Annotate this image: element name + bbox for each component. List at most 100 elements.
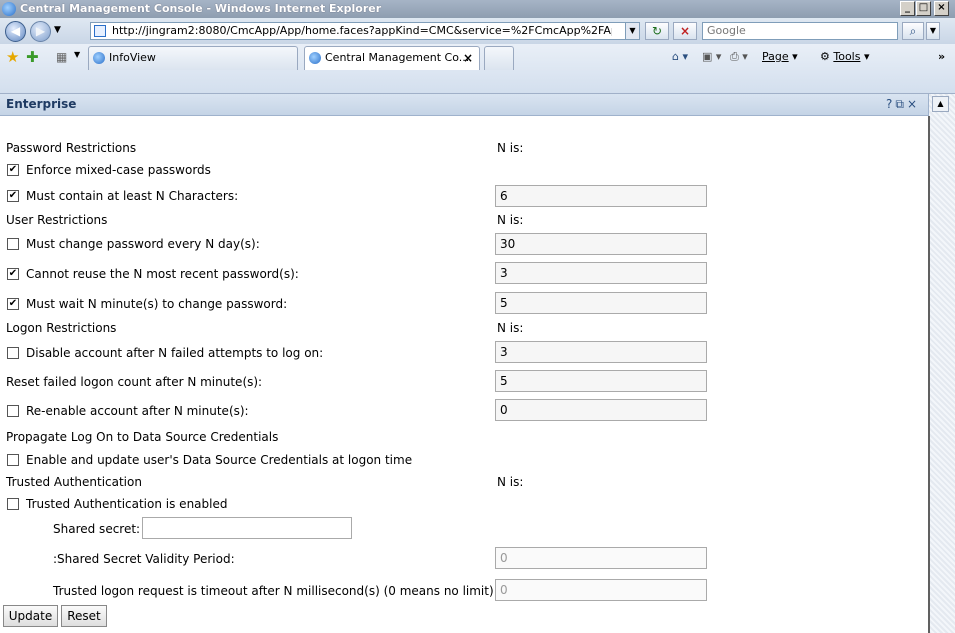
row-shared-secret: Shared secret: bbox=[0, 519, 928, 539]
section-heading: Trusted Authentication bbox=[6, 475, 142, 489]
refresh-button[interactable]: ↻ bbox=[645, 22, 669, 40]
vertical-scrollbar[interactable]: ▲ bbox=[928, 94, 955, 633]
quick-tabs-icon[interactable]: ▦ bbox=[56, 50, 67, 64]
mixed-case-checkbox[interactable]: ✔ bbox=[7, 164, 19, 176]
tab-label: Central Management Co... bbox=[325, 51, 470, 64]
scroll-up-icon[interactable]: ▲ bbox=[932, 96, 949, 112]
window-titlebar: Central Management Console - Windows Int… bbox=[0, 0, 955, 18]
feeds-icon[interactable]: ▣ ▾ bbox=[702, 50, 721, 63]
row-reset-count: Reset failed logon count after N minute(… bbox=[0, 372, 928, 392]
mixed-case-label: Enforce mixed-case passwords bbox=[26, 163, 211, 177]
min-chars-label: Must contain at least N Characters: bbox=[26, 189, 239, 203]
panel-controls: ?⧉× bbox=[886, 97, 920, 112]
disable-after-label: Disable account after N failed attempts … bbox=[26, 346, 324, 360]
tab-list-icon[interactable]: ▼ bbox=[74, 50, 80, 59]
divider bbox=[928, 116, 930, 633]
wait-minutes-input[interactable]: 5 bbox=[495, 292, 707, 314]
change-every-checkbox[interactable] bbox=[7, 238, 19, 250]
row-change-every: Must change password every N day(s): bbox=[0, 234, 928, 254]
row-reenable: Re-enable account after N minute(s): bbox=[0, 401, 928, 421]
tab-bar: ★ ✚ ▦ ▼ InfoView Central Management Co..… bbox=[0, 44, 955, 94]
history-dropdown-icon[interactable]: ▼ bbox=[54, 25, 61, 35]
panel-title: Enterprise bbox=[6, 97, 77, 111]
row-timeout: Trusted logon request is timeout after N… bbox=[0, 581, 928, 601]
new-tab-button[interactable] bbox=[484, 46, 514, 70]
shared-secret-input[interactable] bbox=[142, 517, 352, 539]
chevron-right-icon[interactable]: » bbox=[938, 50, 945, 63]
reset-button[interactable]: Reset bbox=[61, 605, 107, 627]
n-is-label: N is: bbox=[497, 141, 524, 155]
wait-minutes-checkbox[interactable]: ✔ bbox=[7, 298, 19, 310]
min-chars-checkbox[interactable]: ✔ bbox=[7, 190, 19, 202]
row-no-reuse: ✔ Cannot reuse the N most recent passwor… bbox=[0, 264, 928, 284]
section-heading: User Restrictions bbox=[6, 213, 108, 227]
help-icon[interactable]: ? bbox=[886, 97, 895, 111]
row-mixed-case: ✔ Enforce mixed-case passwords bbox=[0, 160, 928, 180]
timeout-label: Trusted logon request is timeout after N… bbox=[53, 584, 498, 598]
panel-close-icon[interactable]: × bbox=[907, 97, 920, 111]
reenable-checkbox[interactable] bbox=[7, 405, 19, 417]
validity-label: :Shared Secret Validity Period: bbox=[53, 552, 235, 566]
section-logon-restrictions: Logon Restrictions N is: bbox=[0, 318, 928, 338]
n-is-label: N is: bbox=[497, 213, 524, 227]
row-wait-minutes: ✔ Must wait N minute(s) to change passwo… bbox=[0, 294, 928, 314]
row-enable-update: Enable and update user's Data Source Cre… bbox=[0, 450, 928, 470]
url-dropdown-icon[interactable]: ▼ bbox=[625, 23, 639, 39]
section-heading: Password Restrictions bbox=[6, 141, 137, 155]
trusted-enabled-checkbox[interactable] bbox=[7, 498, 19, 510]
minimize-button[interactable]: _ bbox=[900, 1, 915, 16]
validity-input[interactable]: 0 bbox=[495, 547, 707, 569]
page-menu[interactable]: Page ▾ bbox=[762, 50, 798, 63]
stop-button[interactable]: × bbox=[673, 22, 697, 40]
no-reuse-input[interactable]: 3 bbox=[495, 262, 707, 284]
timeout-input[interactable]: 0 bbox=[495, 579, 707, 601]
section-heading: Logon Restrictions bbox=[6, 321, 117, 335]
n-is-label: N is: bbox=[497, 321, 524, 335]
change-every-input[interactable]: 30 bbox=[495, 233, 707, 255]
tools-menu-label: Tools bbox=[833, 50, 861, 63]
enable-update-checkbox[interactable] bbox=[7, 454, 19, 466]
tab-central-management[interactable]: Central Management Co... × bbox=[304, 46, 480, 70]
shared-secret-label: Shared secret: bbox=[53, 522, 141, 536]
reenable-label: Re-enable account after N minute(s): bbox=[26, 404, 249, 418]
ie-page-icon bbox=[93, 52, 105, 64]
row-min-chars: ✔ Must contain at least N Characters: bbox=[0, 186, 928, 206]
update-button[interactable]: Update bbox=[3, 605, 58, 627]
close-tab-icon[interactable]: × bbox=[463, 47, 473, 69]
section-propagate: Propagate Log On to Data Source Credenti… bbox=[0, 427, 928, 447]
window-title: Central Management Console - Windows Int… bbox=[20, 2, 382, 15]
no-reuse-checkbox[interactable]: ✔ bbox=[7, 268, 19, 280]
close-button[interactable]: × bbox=[934, 1, 949, 16]
print-icon[interactable]: ⎙ ▾ bbox=[730, 50, 748, 64]
panel-header: Enterprise ?⧉× bbox=[0, 94, 928, 116]
section-heading: Propagate Log On to Data Source Credenti… bbox=[6, 430, 279, 444]
forward-button[interactable]: ▶ bbox=[30, 21, 51, 42]
add-favorites-icon[interactable]: ✚ bbox=[26, 48, 39, 66]
row-validity: :Shared Secret Validity Period: bbox=[0, 549, 928, 569]
tab-label: InfoView bbox=[109, 51, 156, 64]
url-text: http://jingram2:8080/CmcApp/App/home.fac… bbox=[112, 24, 612, 37]
tools-menu[interactable]: ⚙ Tools ▾ bbox=[820, 50, 870, 63]
section-password-restrictions: Password Restrictions N is: bbox=[0, 138, 928, 158]
page-icon bbox=[94, 25, 106, 37]
maximize-button[interactable]: □ bbox=[916, 1, 931, 16]
ie-page-icon bbox=[309, 52, 321, 64]
back-button[interactable]: ◀ bbox=[5, 21, 26, 42]
search-input[interactable]: Google bbox=[702, 22, 898, 40]
enable-update-label: Enable and update user's Data Source Cre… bbox=[26, 453, 413, 467]
no-reuse-label: Cannot reuse the N most recent password(… bbox=[26, 267, 299, 281]
restore-icon[interactable]: ⧉ bbox=[895, 97, 907, 111]
url-field[interactable]: http://jingram2:8080/CmcApp/App/home.fac… bbox=[90, 22, 640, 40]
search-options-icon[interactable]: ▼ bbox=[926, 22, 940, 40]
disable-after-input[interactable]: 3 bbox=[495, 341, 707, 363]
reenable-input[interactable]: 0 bbox=[495, 399, 707, 421]
favorites-star-icon[interactable]: ★ bbox=[6, 48, 19, 66]
min-chars-input[interactable]: 6 bbox=[495, 185, 707, 207]
home-icon[interactable]: ⌂ ▾ bbox=[672, 50, 688, 63]
disable-after-checkbox[interactable] bbox=[7, 347, 19, 359]
change-every-label: Must change password every N day(s): bbox=[26, 237, 260, 251]
reset-count-input[interactable]: 5 bbox=[495, 370, 707, 392]
search-icon[interactable]: ⌕ bbox=[902, 22, 924, 40]
address-bar: ◀ ▶ ▼ http://jingram2:8080/CmcApp/App/ho… bbox=[0, 18, 955, 44]
tab-infoview[interactable]: InfoView bbox=[88, 46, 298, 70]
